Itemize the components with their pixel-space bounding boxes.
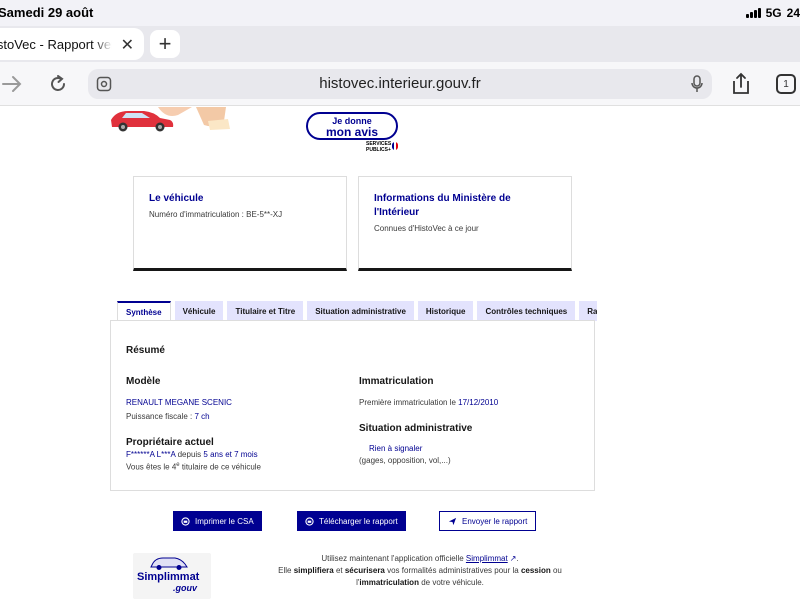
browser-tab-bar: istoVec - Rapport vend ✕ + — [0, 26, 800, 62]
reload-button[interactable] — [46, 72, 70, 96]
marianne-icon — [392, 142, 398, 150]
tab-situation-administrative[interactable]: Situation administrative — [307, 301, 414, 321]
admin-status: Rien à signaler — [369, 444, 423, 453]
tab-synthese[interactable]: Synthèse — [117, 301, 171, 321]
printer-icon — [181, 516, 190, 526]
arrow-right-icon — [2, 76, 22, 92]
summary-panel: Résumé Modèle RENAULT MEGANE SCENIC Puis… — [110, 320, 595, 491]
line2-b: simplifiera — [293, 566, 334, 575]
new-tab-button[interactable]: + — [150, 30, 180, 58]
page-content: Je donne mon avis SERVICES PUBLICS+ Le v… — [0, 107, 800, 600]
line2-e: vos formalités administratives pour la — [384, 566, 521, 575]
registration-label: Première immatriculation le — [359, 398, 459, 407]
browser-tab[interactable]: istoVec - Rapport vend ✕ — [0, 28, 144, 60]
address-bar[interactable]: histovec.interieur.gouv.fr — [88, 69, 712, 99]
simplimmat-line2: Elle simplifiera et sécurisera vos forma… — [250, 565, 590, 577]
simplimmat-logo-suffix: .gouv — [173, 583, 197, 593]
download-report-label: Télécharger le rapport — [319, 516, 398, 526]
holder-suffix: titulaire de ce véhicule — [179, 462, 261, 472]
model-heading: Modèle — [126, 376, 161, 387]
send-icon — [448, 517, 457, 525]
plus-icon: + — [158, 31, 172, 56]
reload-icon — [51, 75, 65, 91]
registration-line: Première immatriculation le 17/12/2010 — [359, 398, 498, 407]
vehicle-card-subtitle: Numéro d'immatriculation : BE-5**-XJ — [149, 210, 283, 219]
line3-c: de votre véhicule. — [418, 578, 484, 587]
status-indicators: 5G 24 — [745, 6, 800, 20]
admin-heading: Situation administrative — [359, 423, 473, 434]
report-tabs: Synthèse Véhicule Titulaire et Titre Sit… — [117, 301, 597, 321]
car-icon — [150, 557, 188, 570]
ministry-card-title: Informations du Ministère de l'Intérieur — [374, 193, 511, 218]
summary-heading: Résumé — [126, 345, 165, 356]
simplimmat-line1-suffix: . — [516, 554, 519, 563]
forward-button[interactable] — [0, 72, 24, 96]
simplimmat-line1: Utilisez maintenant l'application offici… — [250, 553, 590, 565]
download-icon — [305, 516, 314, 526]
registration-heading: Immatriculation — [359, 376, 434, 387]
simplimmat-logo[interactable]: Simplimmat .gouv — [133, 553, 211, 599]
admin-detail: (gages, opposition, vol,...) — [359, 456, 451, 465]
owner-name: F******A L***A — [126, 450, 176, 459]
tab-titulaire[interactable]: Titulaire et Titre — [227, 301, 304, 321]
holder-rank-line: Vous êtes le 4e titulaire de ce véhicule — [126, 462, 261, 472]
print-csa-label: Imprimer le CSA — [195, 516, 254, 526]
owner-line: F******A L***A depuis 5 ans et 7 mois — [126, 450, 258, 459]
simplimmat-line3: l'immatriculation de votre véhicule. — [250, 577, 590, 589]
url-text[interactable]: histovec.interieur.gouv.fr — [88, 75, 712, 92]
simplimmat-info: Utilisez maintenant l'application offici… — [250, 553, 590, 589]
share-icon[interactable] — [730, 72, 752, 101]
tab-vehicule[interactable]: Véhicule — [174, 301, 224, 321]
line2-f: cession — [520, 566, 551, 575]
line3-b: immatriculation — [359, 578, 419, 587]
tabs-overview-button[interactable]: 1 — [776, 74, 796, 94]
browser-tab-title: istoVec - Rapport vend — [0, 36, 112, 52]
tab-rapport[interactable]: Ra — [579, 301, 597, 321]
feedback-line2: mon avis — [325, 125, 379, 139]
fiscal-label: Puissance fiscale : — [126, 412, 195, 421]
owner-since-value: 5 ans et 7 mois — [203, 450, 258, 459]
holder-prefix: Vous êtes le — [126, 462, 172, 472]
services-publics-line2: PUBLICS+ — [366, 147, 391, 153]
services-publics-logo: SERVICES PUBLICS+ — [366, 141, 398, 153]
line2-d: sécurisera — [344, 566, 385, 575]
tab-controles-techniques[interactable]: Contrôles techniques — [477, 301, 576, 321]
send-report-label: Envoyer le rapport — [462, 516, 528, 526]
network-label: 5G — [765, 6, 782, 20]
ministry-card-subtitle: Connues d'HistoVec à ce jour — [374, 224, 479, 233]
battery-label: 24 — [786, 6, 800, 20]
owner-since-label: depuis — [175, 450, 204, 459]
close-tab-icon[interactable]: ✕ — [121, 35, 134, 55]
owner-heading: Propriétaire actuel — [126, 437, 214, 448]
simplimmat-link[interactable]: Simplimmat — [466, 554, 508, 563]
simplimmat-line1-prefix: Utilisez maintenant l'application offici… — [321, 554, 466, 563]
vehicle-card: Le véhicule Numéro d'immatriculation : B… — [133, 176, 347, 271]
line2-c: et — [333, 566, 345, 575]
simplimmat-logo-word: Simplimmat — [137, 571, 200, 583]
download-report-button[interactable]: Télécharger le rapport — [297, 511, 406, 531]
line2-a: Elle — [278, 566, 294, 575]
tab-historique[interactable]: Historique — [417, 301, 474, 321]
vehicle-card-title: Le véhicule — [149, 193, 204, 204]
fiscal-value: 7 ch — [194, 412, 210, 421]
signal-icon — [745, 8, 761, 18]
line2-g: ou — [550, 566, 562, 575]
browser-toolbar: histovec.interieur.gouv.fr 1 — [0, 62, 800, 106]
fiscal-power: Puissance fiscale : 7 ch — [126, 412, 210, 421]
feedback-button[interactable]: Je donne mon avis — [306, 112, 398, 140]
model-name: RENAULT MEGANE SCENIC — [126, 398, 232, 407]
print-csa-button[interactable]: Imprimer le CSA — [173, 511, 262, 531]
ministry-card: Informations du Ministère de l'Intérieur… — [358, 176, 572, 271]
status-date: Samedi 29 août — [0, 5, 94, 20]
hero-illustration — [108, 107, 238, 133]
status-bar: Samedi 29 août 5G 24 — [0, 0, 800, 26]
registration-date: 17/12/2010 — [458, 398, 499, 407]
send-report-button[interactable]: Envoyer le rapport — [439, 511, 537, 531]
microphone-icon[interactable] — [690, 75, 704, 98]
